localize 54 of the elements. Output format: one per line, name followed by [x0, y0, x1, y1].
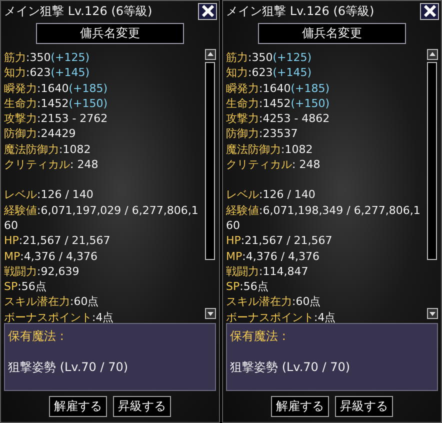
- stat-line: 知力:623(+145): [4, 65, 90, 81]
- action-button[interactable]: 昇級する: [113, 396, 171, 417]
- scroll-down-icon[interactable]: [426, 308, 438, 319]
- stat-line: 生命力:1452(+150): [226, 96, 330, 112]
- stat-line: ボーナスポイント:4点: [226, 310, 337, 326]
- stat-line: HP:21,567 / 21,567: [226, 233, 334, 249]
- window-title: メイン狙撃 Lv.126 (6等級): [226, 2, 374, 20]
- skill-entry: 狙撃姿勢 (Lv.70 / 70): [8, 359, 130, 376]
- close-icon: [424, 5, 436, 17]
- stat-line: 瞬発力:1640(+185): [226, 80, 330, 96]
- stat-line: 魔法防御力:1082: [226, 142, 314, 158]
- scrollbar-thumb[interactable]: [205, 62, 215, 260]
- stat-line: 経験値:6,071,198,349 / 6,277,806,160: [226, 202, 422, 234]
- stat-line: MP:4,376 / 4,376: [4, 248, 99, 264]
- stat-line: SP:56点: [4, 279, 48, 294]
- stat-line: クリティカル: 248: [226, 157, 322, 172]
- stat-line: ボーナスポイント:4点: [4, 310, 115, 326]
- stat-line: 知力:623(+145): [226, 65, 312, 81]
- action-button[interactable]: 昇級する: [335, 396, 393, 417]
- stat-line: HP:21,567 / 21,567: [4, 233, 112, 249]
- rename-button[interactable]: 傭兵名変更: [36, 23, 184, 44]
- rename-button[interactable]: 傭兵名変更: [258, 23, 406, 44]
- scrollbar-thumb[interactable]: [427, 62, 437, 260]
- stat-line: 攻撃力:2153 - 2762: [4, 111, 109, 126]
- stat-line: クリティカル: 248: [4, 157, 100, 172]
- stat-line: 筋力:350(+125): [226, 50, 312, 66]
- magic-heading: 保有魔法 :: [230, 328, 287, 345]
- stat-line: 魔法防御力:1082: [4, 142, 92, 158]
- stat-line: 筋力:350(+125): [4, 50, 90, 66]
- stat-line: 防御力:24429: [4, 126, 77, 142]
- scroll-down-icon[interactable]: [204, 308, 216, 319]
- scroll-up-icon[interactable]: [204, 49, 216, 60]
- magic-heading: 保有魔法 :: [8, 328, 65, 345]
- close-button[interactable]: [420, 2, 439, 20]
- stat-line: 瞬発力:1640(+185): [4, 80, 108, 96]
- close-icon: [202, 5, 214, 17]
- stat-line: 戦闘力:92,639: [4, 264, 80, 280]
- stat-line: 防御力:23537: [226, 126, 299, 142]
- stat-line: 生命力:1452(+150): [4, 96, 108, 112]
- window-title: メイン狙撃 Lv.126 (6等級): [4, 2, 152, 20]
- stat-line: レベル:126 / 140: [4, 187, 94, 203]
- scroll-up-icon[interactable]: [426, 49, 438, 60]
- stat-line: スキル潜在力:60点: [226, 294, 322, 310]
- stat-line: レベル:126 / 140: [226, 187, 316, 203]
- stat-line: 経験値:6,071,197,029 / 6,277,806,160: [4, 202, 200, 234]
- stat-line: 戦闘力:114,847: [226, 264, 310, 280]
- skill-entry: 狙撃姿勢 (Lv.70 / 70): [230, 359, 352, 376]
- action-button[interactable]: 解雇する: [271, 396, 329, 417]
- stat-line: MP:4,376 / 4,376: [226, 248, 321, 264]
- stat-line: SP:56点: [226, 279, 270, 294]
- stat-line: スキル潜在力:60点: [4, 294, 100, 310]
- action-button[interactable]: 解雇する: [49, 396, 107, 417]
- stat-line: 攻撃力:4253 - 4862: [226, 111, 331, 126]
- close-button[interactable]: [198, 2, 217, 20]
